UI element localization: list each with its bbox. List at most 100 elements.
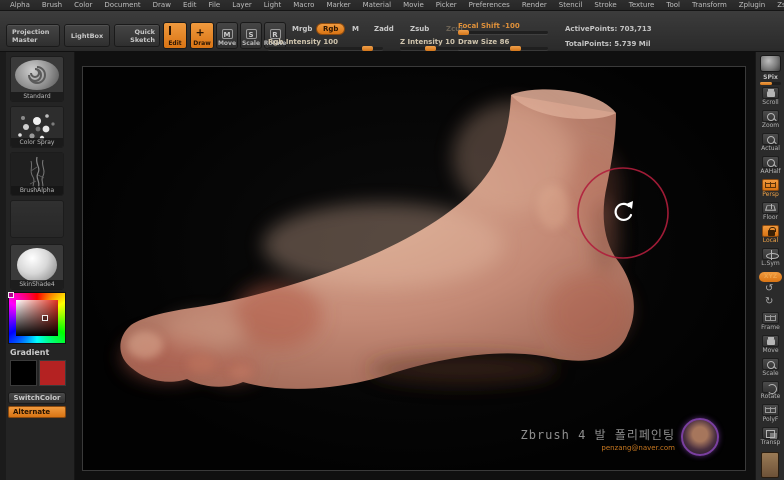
rgb-intensity-track[interactable] [268,46,383,51]
secondary-color-swatch[interactable] [39,360,66,386]
menu-item-brush[interactable]: Brush [36,1,68,9]
rs-item-transp[interactable]: Transp [756,425,784,448]
draw-size-slider[interactable]: Draw Size 86 [458,38,548,51]
total-points-stat: TotalPoints: 5.739 Mil [565,40,651,48]
rs-item[interactable] [756,296,784,310]
foot-3d-model[interactable] [83,67,747,472]
menu-item-tool[interactable]: Tool [660,1,686,9]
draw-size-handle[interactable] [510,46,522,51]
focal-shift-label: Focal Shift -100 [458,22,520,30]
menu-item-marker[interactable]: Marker [320,1,356,9]
zsub-button[interactable]: Zsub [410,25,429,33]
rs-item-actual[interactable]: Actual [756,131,784,154]
m-button[interactable]: M [352,25,359,33]
zadd-button[interactable]: Zadd [374,25,394,33]
mrgb-button[interactable]: Mrgb [292,25,312,33]
rs-item-label: Rotate [760,392,781,400]
menu-item-zplugin[interactable]: Zplugin [733,1,771,9]
menu-item-alpha[interactable]: Alpha [4,1,36,9]
rs-item-persp[interactable]: Persp [756,177,784,200]
rs-item-scale[interactable]: Scale [756,356,784,379]
menu-item-edit[interactable]: Edit [177,1,203,9]
rs-item-local[interactable]: Local [756,223,784,246]
rs-item-label: L.Sym [761,259,780,267]
rgb-intensity-slider[interactable]: Rgb Intensity 100 [268,38,383,51]
rs-item-label: AAHalf [760,167,781,175]
menu-item-draw[interactable]: Draw [147,1,177,9]
gradient-toggle[interactable]: Gradient [10,348,49,357]
material-label: SkinShade4 [11,280,63,289]
rs-item-label: Floor [763,213,778,221]
menu-item-layer[interactable]: Layer [226,1,258,9]
watermark-email: penzang@naver.com [601,444,675,452]
menu-item-color[interactable]: Color [68,1,98,9]
main-color-swatch[interactable] [10,360,37,386]
menu-item-preferences[interactable]: Preferences [463,1,516,9]
rs-item-aahalf[interactable]: AAHalf [756,154,784,177]
move-mode-button[interactable]: M Move [216,22,238,49]
author-avatar [681,418,719,456]
canvas-scrollbar[interactable] [761,452,779,478]
menu-item-macro[interactable]: Macro [287,1,320,9]
menu-item-picker[interactable]: Picker [430,1,463,9]
hue-cursor[interactable] [8,292,14,298]
rs-item-zoom[interactable]: Zoom [756,108,784,131]
stroke-thumbnail[interactable]: Color Spray [10,106,64,148]
edit-mode-button[interactable]: Edit [163,22,187,49]
rs-item-polyf[interactable]: PolyF [756,402,784,425]
menu-item-texture[interactable]: Texture [623,1,661,9]
alternate-button[interactable]: Alternate [8,406,66,418]
focal-shift-handle[interactable] [458,30,469,35]
focal-shift-slider[interactable]: Focal Shift -100 [458,22,548,35]
menu-item-file[interactable]: File [203,1,227,9]
edit-quad-icon [168,26,182,39]
rs-item-icon [762,86,779,99]
menu-item-transform[interactable]: Transform [686,1,733,9]
rgb-button[interactable]: Rgb [316,23,346,35]
rs-item-move[interactable]: Move [756,333,784,356]
menu-item-stencil[interactable]: Stencil [553,1,589,9]
lightbox-button[interactable]: LightBox [64,24,110,47]
z-intensity-handle[interactable] [424,46,436,51]
projection-master-button[interactable]: Projection Master [6,24,60,47]
document-viewport[interactable]: Zbrush 4 발 폴리페인팅 penzang@naver.com [82,66,746,471]
menu-item-light[interactable]: Light [258,1,287,9]
color-picker-cursor[interactable] [42,315,49,322]
spix-slider[interactable]: SPix [758,74,783,85]
color-picker[interactable] [8,292,66,344]
top-shelf: Projection Master LightBox Quick Sketch … [0,11,784,52]
draw-mode-button[interactable]: + Draw [190,22,214,49]
rs-item-label: Transp [760,438,781,446]
switch-color-button[interactable]: SwitchColor [8,392,66,404]
scale-mode-button[interactable]: S Scale [240,22,262,49]
menu-item-material[interactable]: Material [357,1,397,9]
menu-item-stroke[interactable]: Stroke [588,1,622,9]
canvas-area[interactable]: Zbrush 4 발 폴리페인팅 penzang@naver.com [75,52,755,480]
menu-item-document[interactable]: Document [98,1,146,9]
rs-item-label: Actual [761,144,780,152]
rs-item-scroll[interactable]: Scroll [756,85,784,108]
rs-item-label: Frame [761,323,780,331]
texture-slot[interactable] [10,200,64,238]
rgb-intensity-handle[interactable] [362,46,374,51]
focal-shift-track[interactable] [458,30,548,35]
color-picker-sv-area[interactable] [16,300,58,336]
quick-sketch-button[interactable]: Quick Sketch [114,24,160,47]
menu-item-render[interactable]: Render [516,1,553,9]
menu-item-movie[interactable]: Movie [397,1,430,9]
material-thumbnail[interactable]: SkinShade4 [10,244,64,290]
rs-item-floor[interactable]: Floor [756,200,784,223]
rs-item-rotate[interactable]: Rotate [756,379,784,402]
rs-item-icon [762,380,779,394]
current-brush-thumbnail[interactable]: Standard [10,56,64,102]
zbrush-app: Alpha Brush Color Document Draw Edit File Layer… [0,0,784,480]
menu-item-zscript[interactable]: Zscript [771,1,784,9]
bpr-render-button[interactable] [760,55,781,72]
rs-item-lsym[interactable]: L.Sym [756,246,784,269]
alpha-thumbnail[interactable]: BrushAlpha [10,152,64,196]
move-label: Move [217,40,237,47]
material-sphere-icon [17,248,57,282]
rs-item-frame[interactable]: Frame [756,310,784,333]
rs-item-label: Zoom [761,121,780,129]
draw-size-track[interactable] [458,46,548,51]
